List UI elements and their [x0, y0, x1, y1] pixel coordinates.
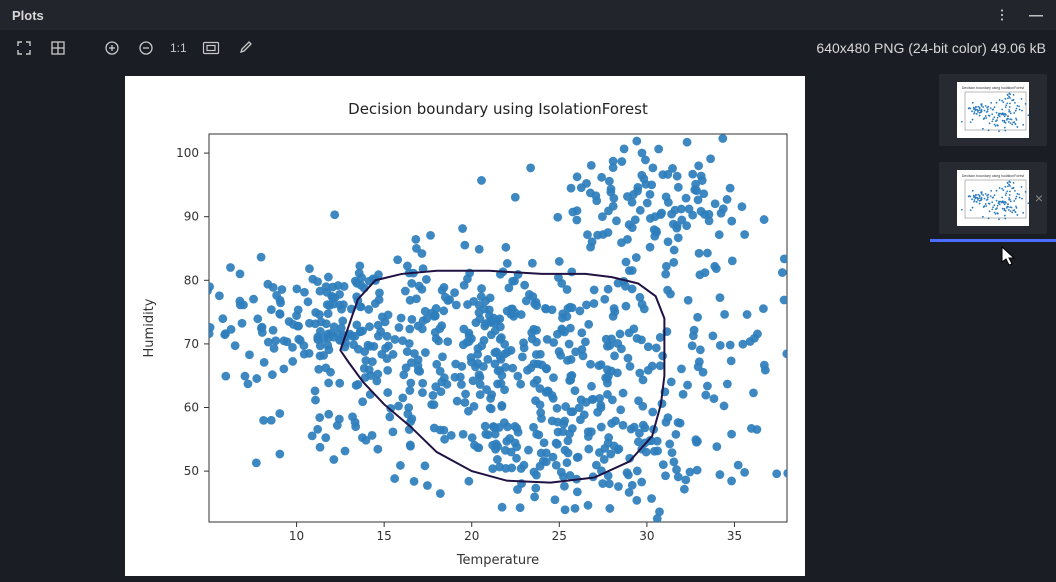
svg-text:30: 30 — [639, 529, 654, 543]
svg-text:90: 90 — [184, 210, 199, 224]
fullscreen-icon[interactable] — [14, 38, 34, 58]
zoom-ratio[interactable]: 1:1 — [170, 41, 187, 55]
svg-text:50: 50 — [184, 464, 199, 478]
plot-thumbnail[interactable]: Decision boundary using IsolationForest … — [939, 162, 1047, 234]
plot-toolbar: 1:1 640x480 PNG (24-bit color) 49.06 kB — [0, 30, 1056, 66]
titlebar-actions — [994, 7, 1044, 23]
color-picker-icon[interactable] — [235, 38, 255, 58]
svg-text:Temperature: Temperature — [456, 553, 539, 568]
zoom-out-icon[interactable] — [136, 38, 156, 58]
fit-screen-icon[interactable] — [201, 38, 221, 58]
svg-text:80: 80 — [184, 273, 199, 287]
svg-text:Decision boundary using Isolat: Decision boundary using IsolationForest — [348, 100, 648, 118]
minimize-icon[interactable] — [1028, 7, 1044, 23]
close-icon[interactable]: × — [1035, 190, 1043, 206]
toolbar-left: 1:1 — [14, 38, 255, 58]
svg-text:70: 70 — [184, 337, 199, 351]
titlebar: Plots — [0, 0, 1056, 30]
svg-text:Humidity: Humidity — [142, 298, 157, 357]
plot-thumbnail[interactable]: Decision boundary using IsolationForest — [939, 74, 1047, 146]
zoom-in-icon[interactable] — [102, 38, 122, 58]
main-area: 10 15 20 25 30 35 50 60 70 80 90 100 Decision bound… — [0, 66, 1056, 582]
svg-text:10: 10 — [289, 529, 304, 543]
svg-text:15: 15 — [377, 529, 392, 543]
grid-icon[interactable] — [48, 38, 68, 58]
panel-title: Plots — [12, 8, 44, 23]
thumbnail-sidebar: Decision boundary using IsolationForest … — [930, 66, 1056, 582]
scatter-chart: 10 15 20 25 30 35 50 60 70 80 90 100 Decision bound… — [125, 76, 805, 576]
svg-text:20: 20 — [464, 529, 479, 543]
svg-text:35: 35 — [727, 529, 742, 543]
svg-text:Decision boundary using Isolat: Decision boundary using IsolationForest — [962, 86, 1024, 90]
svg-text:25: 25 — [552, 529, 567, 543]
plot-canvas: 10 15 20 25 30 35 50 60 70 80 90 100 Decision bound… — [125, 76, 805, 576]
svg-text:Decision boundary using Isolat: Decision boundary using IsolationForest — [962, 174, 1024, 178]
image-info-status: 640x480 PNG (24-bit color) 49.06 kB — [816, 40, 1046, 56]
more-icon[interactable] — [994, 7, 1010, 23]
plot-viewport[interactable]: 10 15 20 25 30 35 50 60 70 80 90 100 Decision bound… — [0, 66, 930, 582]
svg-text:60: 60 — [184, 401, 199, 415]
svg-text:100: 100 — [176, 146, 199, 160]
